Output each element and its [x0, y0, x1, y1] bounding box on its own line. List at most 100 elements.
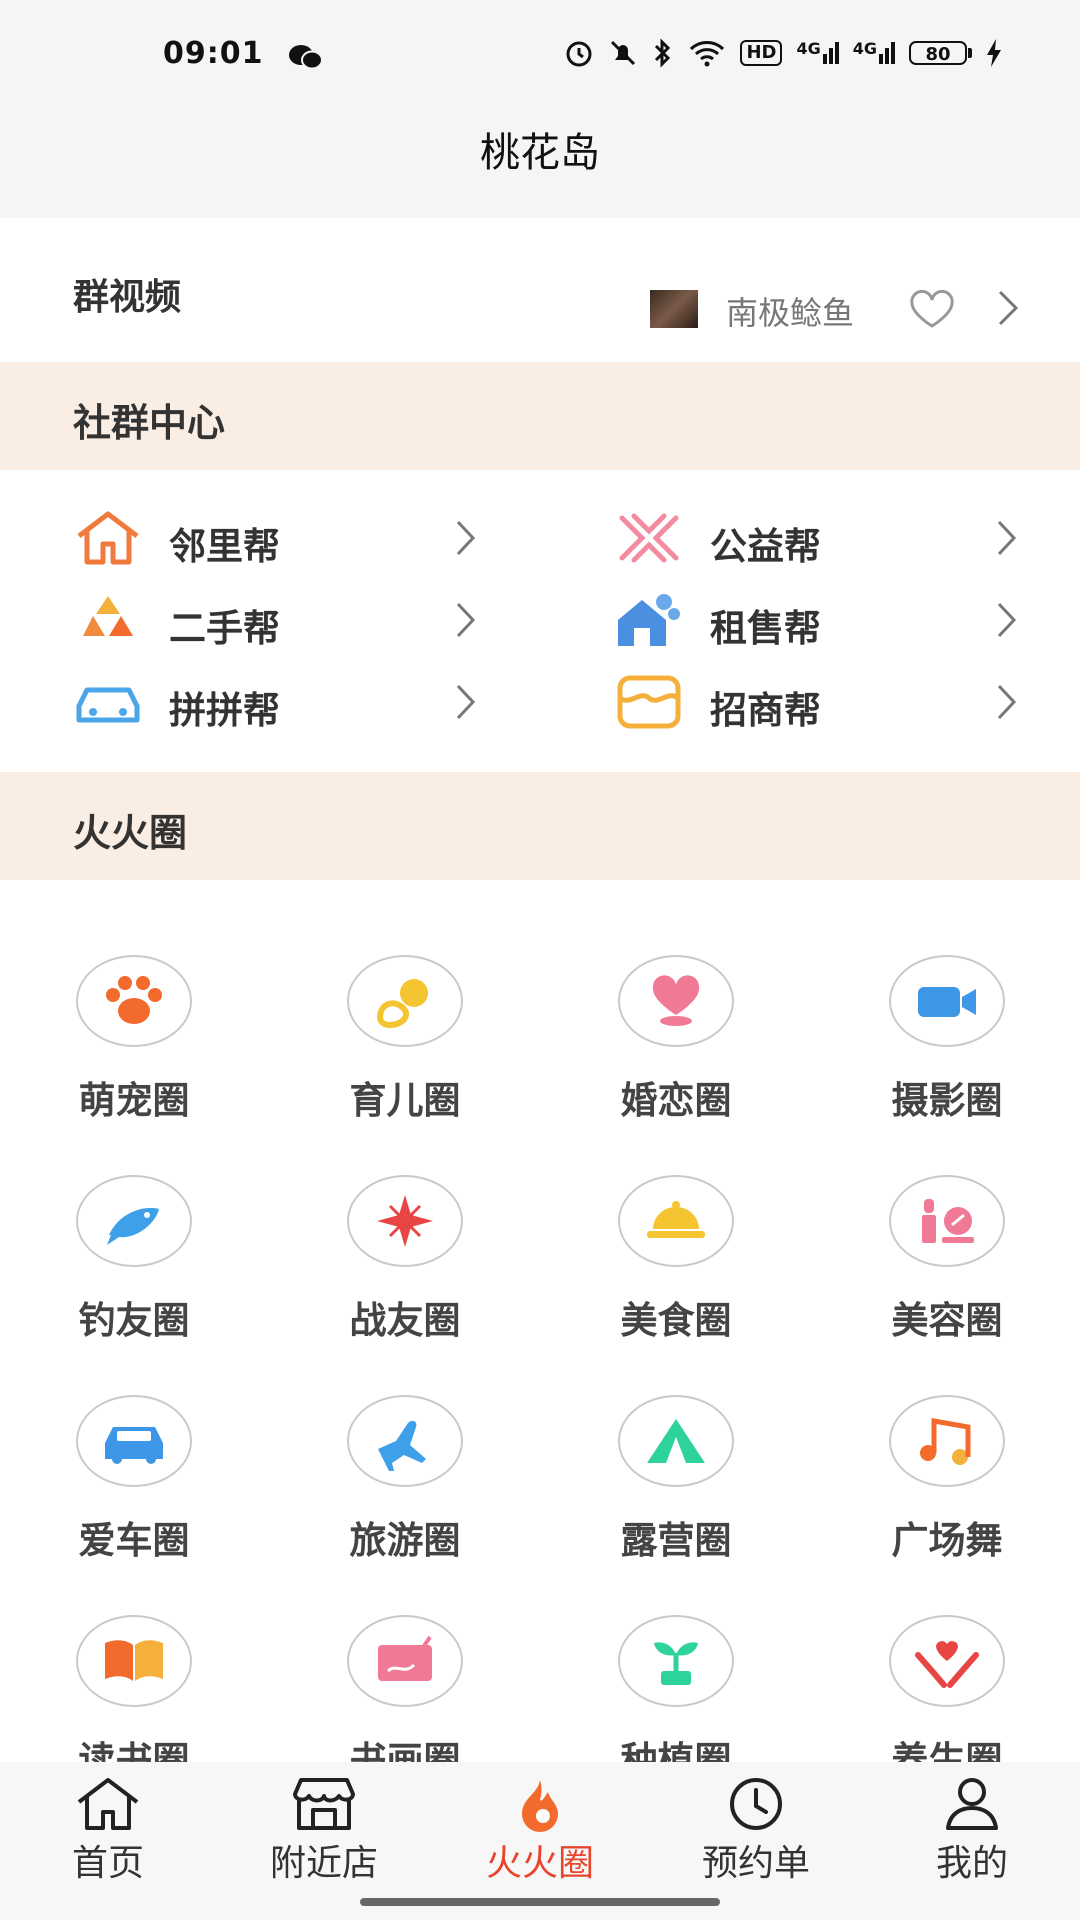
- store-icon: [293, 1778, 355, 1830]
- tent-icon: [647, 1419, 705, 1463]
- nav-item-nearby-stores[interactable]: 附近店: [234, 1762, 414, 1902]
- heart-outline-icon[interactable]: [908, 290, 956, 330]
- compass-star-icon: [377, 1195, 433, 1247]
- title-bar: 桃花岛: [0, 110, 1080, 218]
- help-item-label: 邻里帮: [169, 525, 280, 568]
- nav-label: 我的: [935, 1843, 1008, 1884]
- hd-badge: HD: [740, 40, 783, 66]
- circle-item-dating[interactable]: 婚恋圈: [582, 955, 782, 1135]
- status-icons: HD 4G 4G 80: [564, 38, 1002, 68]
- wifi-icon: [690, 41, 725, 67]
- help-item-business[interactable]: 招商帮: [614, 672, 1034, 738]
- battery-icon: 80: [909, 41, 972, 65]
- circle-item-fishing[interactable]: 钓友圈: [40, 1175, 240, 1355]
- charging-icon: [987, 39, 1001, 67]
- status-time: 09:01: [163, 36, 264, 71]
- bottom-nav: 首页 附近店 火火圈 预约单 我的: [0, 1762, 1080, 1920]
- avatar[interactable]: [650, 290, 698, 328]
- help-item-label: 二手帮: [169, 607, 280, 650]
- help-item-rental[interactable]: 租售帮: [614, 590, 1034, 656]
- nav-label: 首页: [71, 1843, 144, 1884]
- business-icon: [617, 675, 681, 729]
- car-icon: [76, 687, 140, 723]
- clock-icon: [730, 1778, 782, 1830]
- car-icon: [105, 1427, 163, 1464]
- circle-label: 摄影圈: [891, 1079, 1003, 1122]
- circle-item-pets[interactable]: 萌宠圈: [40, 955, 240, 1135]
- alarm-icon: [566, 41, 592, 67]
- help-item-carpool[interactable]: 拼拼帮: [73, 672, 493, 738]
- chevron-right-icon: [997, 520, 1017, 556]
- circle-label: 钓友圈: [78, 1299, 190, 1342]
- pacifier-icon: [376, 979, 428, 1029]
- nav-item-mine[interactable]: 我的: [882, 1762, 1062, 1902]
- group-video-user-name: 南极鲶鱼: [726, 294, 855, 332]
- music-notes-icon: [920, 1418, 971, 1465]
- circle-item-square-dance[interactable]: 广场舞: [853, 1395, 1053, 1575]
- page-title: 桃花岛: [480, 130, 600, 176]
- section-title: 社群中心: [73, 401, 226, 445]
- lipstick-icon: [922, 1199, 974, 1243]
- nav-label: 附近店: [269, 1843, 378, 1884]
- nav-label: 火火圈: [485, 1843, 594, 1884]
- painting-icon: [378, 1635, 432, 1681]
- mute-bell-icon: [611, 40, 636, 66]
- help-item-label: 租售帮: [710, 607, 821, 650]
- hot-circles-header: 火火圈: [0, 772, 1080, 880]
- airplane-icon: [378, 1420, 426, 1471]
- help-item-neighbor[interactable]: 邻里帮: [73, 508, 493, 574]
- chevron-right-icon: [997, 602, 1017, 638]
- user-icon: [946, 1778, 998, 1830]
- food-cloche-icon: [647, 1201, 705, 1238]
- group-video-label: 群视频: [73, 277, 182, 318]
- book-icon: [105, 1640, 163, 1681]
- nav-item-home[interactable]: 首页: [18, 1762, 198, 1902]
- help-item-label: 公益帮: [710, 525, 821, 568]
- handshake-icon: [619, 513, 679, 563]
- chevron-right-icon: [456, 520, 476, 556]
- chevron-right-icon: [456, 602, 476, 638]
- circle-label: 旅游圈: [349, 1519, 461, 1562]
- help-item-label: 拼拼帮: [169, 689, 280, 732]
- circle-item-travel[interactable]: 旅游圈: [311, 1395, 511, 1575]
- community-center-header: 社群中心: [0, 362, 1080, 470]
- help-item-charity[interactable]: 公益帮: [614, 508, 1034, 574]
- wechat-icon: [289, 45, 323, 70]
- section-title: 火火圈: [73, 811, 188, 855]
- group-video-row[interactable]: 群视频 南极鲶鱼: [0, 218, 1080, 362]
- help-item-secondhand[interactable]: 二手帮: [73, 590, 493, 656]
- paw-icon: [106, 976, 162, 1024]
- circle-item-camping[interactable]: 露营圈: [582, 1395, 782, 1575]
- circle-item-comrades[interactable]: 战友圈: [311, 1175, 511, 1355]
- circle-label: 爱车圈: [78, 1519, 190, 1562]
- home-indicator[interactable]: [360, 1898, 720, 1906]
- chevron-right-icon[interactable]: [996, 288, 1020, 328]
- heart-icon: [652, 975, 700, 1026]
- circle-item-beauty[interactable]: 美容圈: [853, 1175, 1053, 1355]
- chevron-right-icon: [997, 684, 1017, 720]
- video-camera-icon: [918, 987, 976, 1017]
- circle-label: 育儿圈: [349, 1079, 461, 1122]
- circle-item-parenting[interactable]: 育儿圈: [311, 955, 511, 1135]
- fish-icon: [107, 1208, 159, 1245]
- home-icon: [77, 1778, 139, 1830]
- battery-level: 80: [909, 41, 967, 65]
- rental-house-icon: [618, 594, 680, 646]
- circle-item-food[interactable]: 美食圈: [582, 1175, 782, 1355]
- signal-4g-2: 4G: [853, 41, 895, 64]
- circle-item-photography[interactable]: 摄影圈: [853, 955, 1053, 1135]
- circle-label: 美食圈: [620, 1299, 732, 1342]
- circle-label: 美容圈: [891, 1299, 1003, 1342]
- circle-label: 广场舞: [891, 1519, 1003, 1562]
- status-bar: 09:01 HD 4G 4G 80: [0, 0, 1080, 110]
- chevron-right-icon: [456, 684, 476, 720]
- circle-label: 战友圈: [349, 1299, 461, 1342]
- circle-item-cars[interactable]: 爱车圈: [40, 1395, 240, 1575]
- house-icon: [77, 511, 139, 565]
- nav-item-appointments[interactable]: 预约单: [666, 1762, 846, 1902]
- nav-item-hot-circles[interactable]: 火火圈: [450, 1762, 630, 1902]
- signal-4g-1: 4G: [796, 41, 839, 64]
- bluetooth-icon: [655, 38, 671, 68]
- recycle-icon: [83, 596, 133, 636]
- help-item-label: 招商帮: [710, 689, 821, 732]
